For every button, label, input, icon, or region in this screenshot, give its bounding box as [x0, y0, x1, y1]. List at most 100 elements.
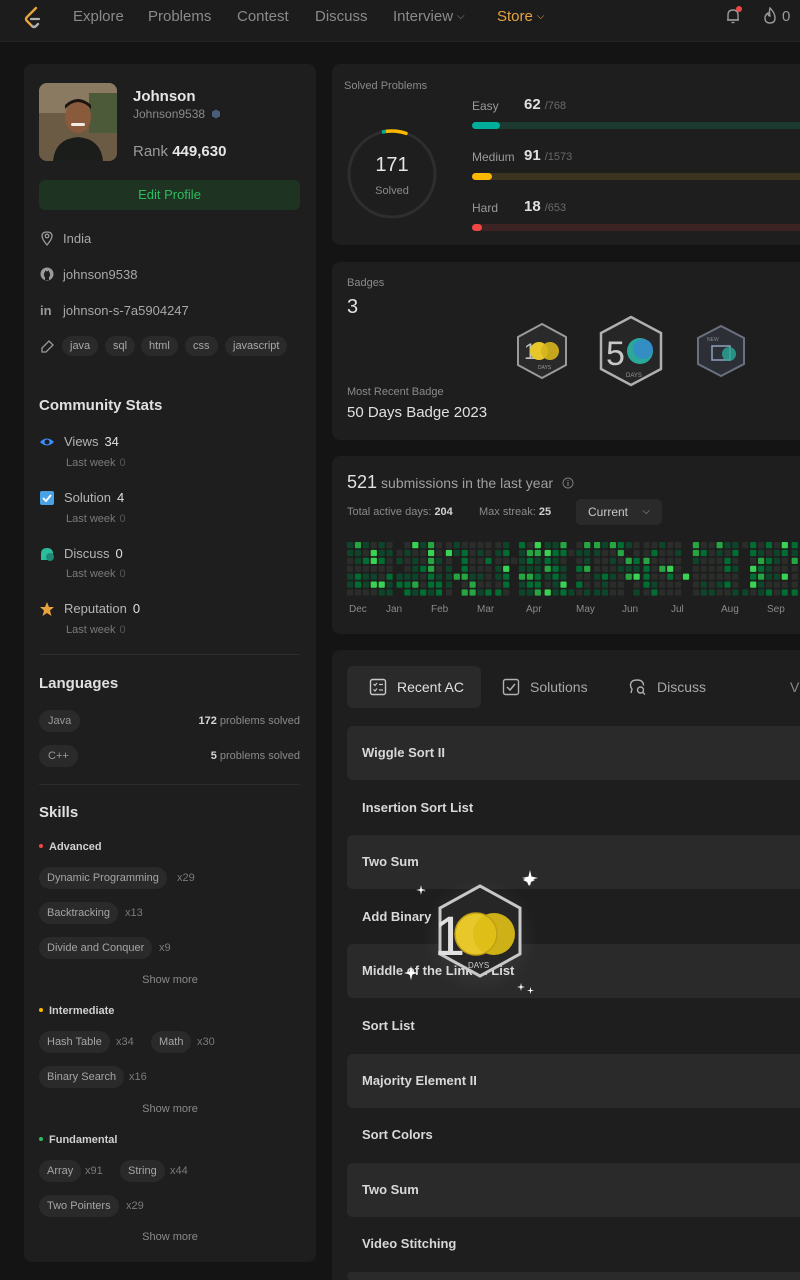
heatmap-cell [370, 589, 377, 596]
heatmap-cell [601, 549, 609, 557]
heatmap-cell [781, 549, 788, 557]
avatar[interactable] [39, 83, 117, 161]
easy-total: /768 [544, 100, 567, 112]
medium-total: /1573 [544, 151, 573, 163]
tab-solutions[interactable]: Solutions [502, 666, 588, 708]
skill-binary-search[interactable]: Binary Search [39, 1066, 125, 1088]
nav-discuss[interactable]: Discuss [315, 8, 368, 25]
recent-ac-row[interactable]: Majority Element II [347, 1054, 800, 1108]
show-more-fundamental[interactable]: Show more [24, 1231, 316, 1243]
recent-ac-row[interactable]: Sort Colors [347, 1108, 800, 1162]
heatmap-cell [724, 581, 731, 588]
heatmap-cell [732, 542, 739, 549]
info-icon[interactable] [562, 477, 574, 489]
skill-backtracking[interactable]: Backtracking [39, 902, 118, 924]
heatmap-cell [584, 573, 591, 580]
tab-view-all[interactable]: Vi [790, 666, 800, 708]
nav-interview[interactable]: Interview ⌵ [393, 8, 465, 25]
recent-ac-row[interactable]: Two Sum [347, 1163, 800, 1217]
heatmap-cell [370, 549, 377, 557]
skill-string[interactable]: String [120, 1160, 165, 1182]
month-label: May [576, 604, 595, 615]
tab-recent-ac[interactable]: Recent AC [347, 666, 481, 708]
heatmap-cell [370, 542, 377, 549]
heatmap-cell [560, 589, 567, 596]
recent-ac-row[interactable]: Sort List [347, 999, 800, 1053]
heatmap-cell [477, 573, 484, 580]
nav-store[interactable]: Store ⌵ [497, 8, 544, 25]
heatmap-cell [378, 581, 385, 588]
skill-tag-javascript[interactable]: javascript [225, 336, 288, 356]
github-row[interactable]: johnson9538 [39, 266, 137, 282]
sparkle-icon [416, 885, 426, 895]
skill-tag-java[interactable]: java [62, 336, 99, 356]
annual-badge-icon[interactable]: NEW [694, 324, 748, 378]
solution-value: 4 [116, 490, 125, 505]
streak-fire-icon[interactable] [762, 7, 778, 25]
last-week-label: Last week [66, 568, 116, 580]
skill-dynamic-programming[interactable]: Dynamic Programming [39, 867, 167, 889]
skill-array[interactable]: Array [39, 1160, 82, 1182]
submissions-label: submissions in the last year [381, 475, 554, 491]
heatmap-cell [428, 557, 435, 564]
heatmap-cell [724, 573, 731, 580]
last-week-label: Last week [66, 457, 116, 469]
heatmap-cell [643, 565, 650, 572]
heatmap-cell [347, 589, 354, 596]
50-days-badge-icon[interactable]: 5 DAYS [596, 315, 666, 387]
easy-solved: 62 [524, 96, 541, 113]
skill-tag-html[interactable]: html [141, 336, 178, 356]
heatmap-cell [503, 557, 510, 564]
tab-recent-ac-label: Recent AC [397, 679, 464, 695]
recent-ac-row[interactable]: Add Binary [347, 890, 800, 944]
leetcode-logo-icon[interactable] [22, 6, 44, 30]
language-java[interactable]: Java [39, 710, 81, 732]
heatmap-cell [781, 557, 788, 564]
solution-label: Solution [64, 490, 111, 505]
skill-math[interactable]: Math [151, 1031, 192, 1053]
heatmap-cell [354, 589, 362, 596]
linkedin-row[interactable]: in johnson-s-7a5904247 [39, 302, 189, 318]
heatmap-cell [347, 542, 354, 549]
sparkle-icon [522, 870, 538, 886]
recent-ac-row[interactable]: Wiggle Sort II [347, 726, 800, 780]
heatmap-cell [477, 549, 484, 557]
recent-ac-row[interactable]: Two Sum [347, 835, 800, 889]
nav-contest[interactable]: Contest [237, 8, 289, 25]
nav-problems[interactable]: Problems [148, 8, 211, 25]
show-more-advanced[interactable]: Show more [24, 974, 316, 986]
tab-discuss[interactable]: Discuss [629, 666, 706, 708]
edit-profile-button[interactable]: Edit Profile [39, 180, 300, 210]
100-days-badge-popup[interactable]: 1 DAYS [424, 878, 544, 998]
heatmap-cell [518, 542, 526, 549]
heatmap-cell [724, 589, 731, 596]
heatmap-cell [518, 549, 526, 557]
heatmap-cell [659, 549, 666, 557]
recent-ac-row[interactable]: Insertion Sort List [347, 781, 800, 835]
heatmap-cell [700, 542, 707, 549]
recent-ac-row[interactable]: Video Stitching [347, 1217, 800, 1271]
heatmap-cell [362, 549, 369, 557]
skill-divide-and-conquer[interactable]: Divide and Conquer [39, 937, 153, 959]
show-more-intermediate[interactable]: Show more [24, 1103, 316, 1115]
100-days-badge-icon[interactable]: 1 DAYS [514, 322, 570, 380]
heatmap-cell [609, 549, 616, 557]
heatmap-cell [428, 581, 435, 588]
heatmap-cell [404, 557, 411, 564]
language-cpp[interactable]: C++ [39, 745, 78, 767]
heatmap-cell [609, 573, 616, 580]
heatmap-cell [485, 573, 492, 580]
skill-two-pointers[interactable]: Two Pointers [39, 1195, 119, 1217]
nav-explore[interactable]: Explore [73, 8, 124, 25]
heatmap-cell [633, 542, 640, 549]
chat-icon [41, 548, 54, 561]
period-select[interactable]: Current ⌵ [576, 499, 662, 525]
heatmap-cell [667, 542, 674, 549]
rank-label: Rank [133, 143, 169, 160]
solution-last-week: Last week 0 [66, 513, 126, 525]
skill-tag-sql[interactable]: sql [105, 336, 136, 356]
skill-tag-css[interactable]: css [185, 336, 218, 356]
skill-hash-table[interactable]: Hash Table [39, 1031, 110, 1053]
views-last-week-value: 0 [119, 457, 126, 469]
heatmap-cell [378, 589, 385, 596]
